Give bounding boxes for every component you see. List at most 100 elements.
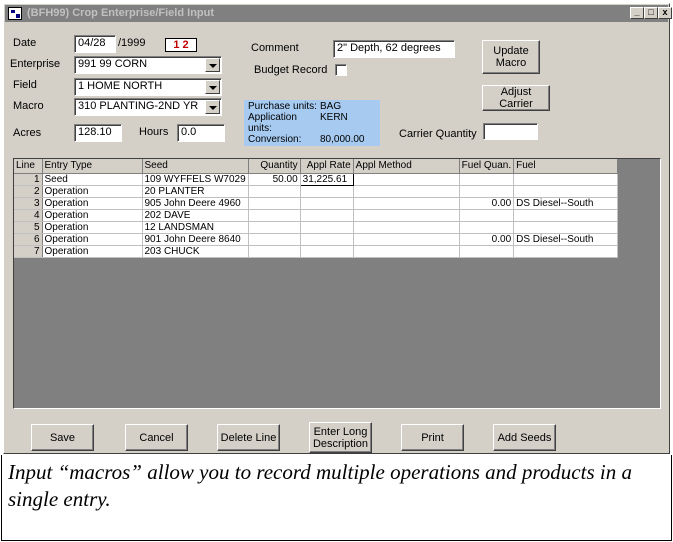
- table-row[interactable]: 7 Operation 203 CHUCK: [14, 245, 619, 258]
- chevron-down-icon[interactable]: [205, 80, 220, 94]
- cell-appl-method[interactable]: [353, 221, 460, 234]
- carrier-quantity-field[interactable]: [483, 123, 538, 140]
- comment-field[interactable]: 2" Depth, 62 degrees: [333, 40, 455, 58]
- cell-entry-type[interactable]: Operation: [42, 209, 143, 222]
- cell-seed[interactable]: 109 WYFFELS W7029: [142, 173, 249, 186]
- cell-appl-method[interactable]: [353, 197, 460, 210]
- col-header-line[interactable]: Line: [14, 159, 43, 174]
- cell-appl-rate[interactable]: [300, 185, 354, 198]
- macro-dropdown[interactable]: 310 PLANTING-2ND YR: [74, 98, 222, 116]
- cell-appl-method[interactable]: [353, 173, 460, 186]
- cell-fuel[interactable]: [513, 221, 619, 234]
- cell-line[interactable]: 5: [14, 221, 43, 234]
- table-row[interactable]: 5 Operation 12 LANDSMAN: [14, 221, 619, 234]
- acres-field[interactable]: 128.10: [74, 124, 122, 142]
- enterprise-dropdown[interactable]: 991 99 CORN: [74, 56, 222, 74]
- save-button[interactable]: Save: [31, 424, 94, 451]
- cell-quantity[interactable]: [248, 221, 301, 234]
- title-bar: (BFH99) Crop Enterprise/Field Input _ □ …: [5, 5, 672, 22]
- cell-line[interactable]: 1: [14, 173, 43, 186]
- col-header-fuel-quan[interactable]: Fuel Quan.: [459, 159, 515, 174]
- cell-fuel-quan[interactable]: 0.00: [459, 197, 515, 210]
- col-header-appl-rate[interactable]: Appl Rate: [300, 159, 354, 174]
- chevron-down-icon[interactable]: [205, 100, 220, 114]
- cell-quantity[interactable]: 50.00: [248, 173, 301, 186]
- cell-entry-type[interactable]: Operation: [42, 245, 143, 258]
- cell-seed[interactable]: 202 DAVE: [142, 209, 249, 222]
- cell-line[interactable]: 3: [14, 197, 43, 210]
- cell-appl-method[interactable]: [353, 233, 460, 246]
- cell-line[interactable]: 7: [14, 245, 43, 258]
- col-header-quantity[interactable]: Quantity: [248, 159, 301, 174]
- col-header-seed[interactable]: Seed: [142, 159, 249, 174]
- cell-quantity[interactable]: [248, 245, 301, 258]
- cell-fuel[interactable]: DS Diesel--South: [513, 197, 619, 210]
- cell-fuel[interactable]: [513, 209, 619, 222]
- cell-quantity[interactable]: [248, 185, 301, 198]
- conversion-label: Conversion:: [248, 134, 302, 145]
- table-row[interactable]: 3 Operation 905 John Deere 4960 0.00 DS Dies…: [14, 197, 619, 210]
- maximize-button[interactable]: □: [644, 7, 658, 19]
- cell-appl-rate[interactable]: [300, 233, 354, 246]
- minimize-button[interactable]: _: [630, 7, 644, 19]
- chevron-down-icon[interactable]: [205, 58, 220, 72]
- table-row[interactable]: 6 Operation 901 John Deere 8640 0.00 DS Dies…: [14, 233, 619, 246]
- cell-quantity[interactable]: [248, 209, 301, 222]
- hours-field[interactable]: 0.0: [177, 124, 225, 142]
- cell-appl-rate[interactable]: [300, 245, 354, 258]
- cell-seed[interactable]: 203 CHUCK: [142, 245, 249, 258]
- add-seeds-button[interactable]: Add Seeds: [493, 424, 556, 451]
- cell-seed[interactable]: 20 PLANTER: [142, 185, 249, 198]
- cell-fuel[interactable]: DS Diesel--South: [513, 233, 619, 246]
- budget-record-checkbox[interactable]: [335, 64, 347, 76]
- date-field[interactable]: 04/28: [74, 35, 116, 53]
- col-header-appl-method[interactable]: Appl Method: [353, 159, 460, 174]
- table-row[interactable]: 4 Operation 202 DAVE: [14, 209, 619, 222]
- cell-seed[interactable]: 901 John Deere 8640: [142, 233, 249, 246]
- entry-grid[interactable]: Line Entry Type Seed Quantity Appl Rate …: [13, 158, 661, 409]
- cell-fuel[interactable]: [513, 173, 619, 186]
- cell-line[interactable]: 4: [14, 209, 43, 222]
- table-row[interactable]: 1 Seed 109 WYFFELS W7029 50.00 31,225.61: [14, 172, 619, 186]
- cell-fuel[interactable]: [513, 185, 619, 198]
- cell-seed[interactable]: 12 LANDSMAN: [142, 221, 249, 234]
- cell-appl-rate[interactable]: [300, 197, 354, 210]
- cell-line[interactable]: 2: [14, 185, 43, 198]
- cell-quantity[interactable]: [248, 233, 301, 246]
- cell-fuel-quan[interactable]: 0.00: [459, 233, 515, 246]
- cell-entry-type[interactable]: Seed: [42, 173, 143, 186]
- cell-appl-method[interactable]: [353, 209, 460, 222]
- cell-quantity[interactable]: [248, 197, 301, 210]
- calendar-icon[interactable]: 1 2: [165, 38, 197, 52]
- cell-fuel-quan[interactable]: [459, 209, 515, 222]
- adjust-carrier-button[interactable]: Adjust Carrier: [482, 85, 550, 111]
- cell-seed[interactable]: 905 John Deere 4960: [142, 197, 249, 210]
- app-icon[interactable]: [8, 7, 22, 20]
- cancel-button[interactable]: Cancel: [125, 424, 188, 451]
- cell-fuel-quan[interactable]: [459, 173, 515, 186]
- col-header-fuel[interactable]: Fuel: [513, 159, 619, 174]
- cell-line[interactable]: 6: [14, 233, 43, 246]
- table-row[interactable]: 2 Operation 20 PLANTER: [14, 185, 619, 198]
- cell-appl-method[interactable]: [353, 245, 460, 258]
- cell-fuel-quan[interactable]: [459, 185, 515, 198]
- cell-appl-method[interactable]: [353, 185, 460, 198]
- print-button[interactable]: Print: [401, 424, 464, 451]
- cell-fuel-quan[interactable]: [459, 245, 515, 258]
- cell-appl-rate[interactable]: [300, 221, 354, 234]
- cell-entry-type[interactable]: Operation: [42, 221, 143, 234]
- cell-entry-type[interactable]: Operation: [42, 185, 143, 198]
- cell-entry-type[interactable]: Operation: [42, 233, 143, 246]
- cell-appl-rate[interactable]: 31,225.61: [299, 172, 354, 186]
- update-macro-button[interactable]: Update Macro: [482, 40, 540, 74]
- close-button[interactable]: x: [658, 7, 672, 19]
- cell-fuel[interactable]: [513, 245, 619, 258]
- col-header-entry-type[interactable]: Entry Type: [42, 159, 143, 174]
- cell-fuel-quan[interactable]: [459, 221, 515, 234]
- field-dropdown[interactable]: 1 HOME NORTH: [74, 78, 222, 96]
- delete-line-button[interactable]: Delete Line: [217, 424, 280, 451]
- cell-appl-rate[interactable]: [300, 209, 354, 222]
- purchase-units-label: Purchase units:: [248, 101, 317, 112]
- enter-long-description-button[interactable]: Enter Long Description: [309, 422, 372, 453]
- cell-entry-type[interactable]: Operation: [42, 197, 143, 210]
